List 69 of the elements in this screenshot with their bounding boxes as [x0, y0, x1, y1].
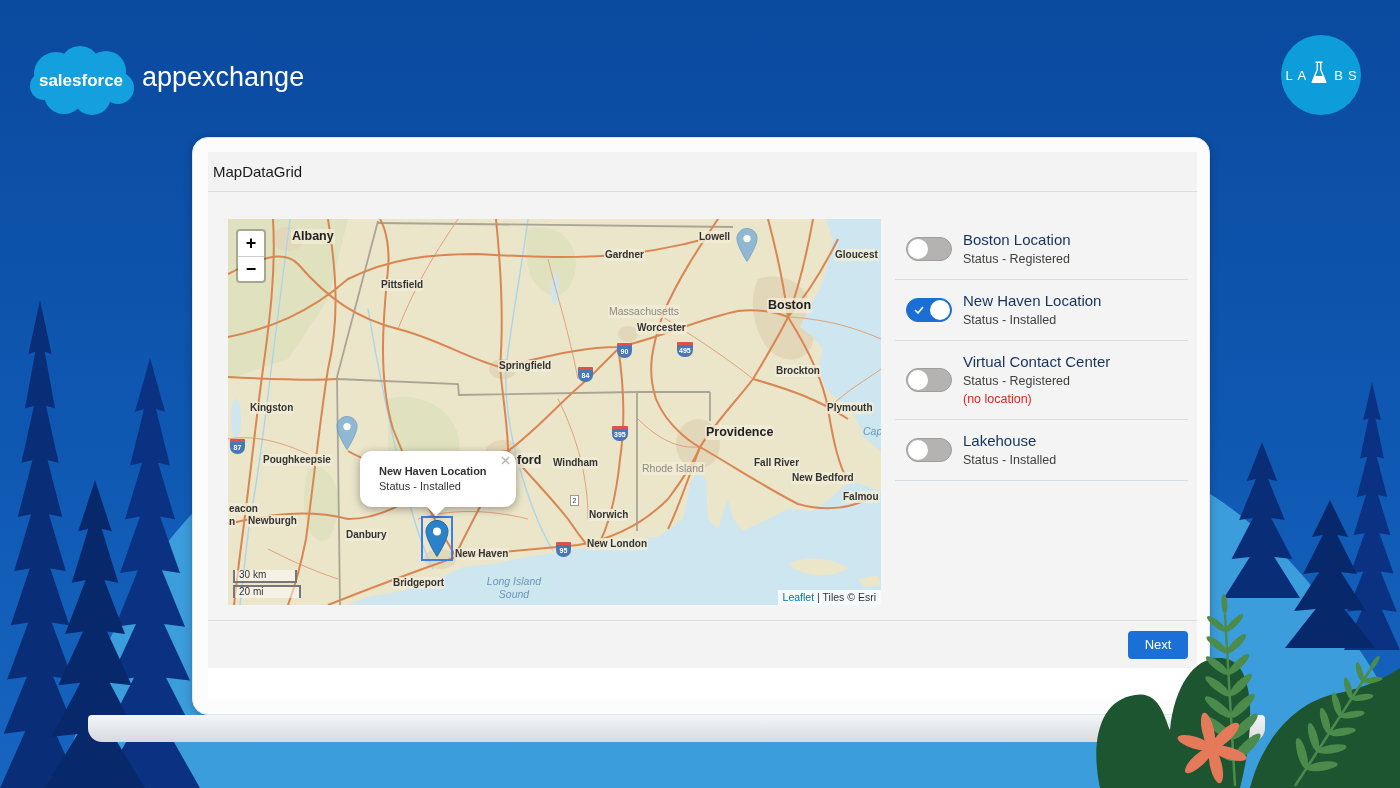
- map-label: Fall River: [753, 457, 801, 469]
- toggle-switch[interactable]: [906, 368, 952, 392]
- map-label: eacon: [228, 503, 259, 515]
- flask-icon: [1311, 61, 1328, 84]
- map-label: Windham: [552, 457, 599, 469]
- map-label: Norwich: [588, 509, 630, 521]
- location-status: Status - Installed: [963, 312, 1058, 329]
- forest-area: [526, 227, 576, 296]
- map-label: Providence: [705, 425, 775, 440]
- map-label: Kingston: [249, 402, 295, 414]
- urban-area: [618, 326, 638, 342]
- map-label: Rhode Island: [641, 462, 705, 475]
- zoom-in-button[interactable]: +: [238, 231, 264, 256]
- map-label: Worcester: [636, 322, 687, 334]
- map-label: Boston: [767, 298, 813, 313]
- location-name: New Haven Location: [963, 291, 1102, 311]
- map-label: Gardner: [604, 249, 645, 261]
- map-label: Springfield: [498, 360, 553, 372]
- map-label: New London: [586, 538, 648, 550]
- location-status: Status - Installed: [963, 452, 1057, 469]
- close-icon[interactable]: [501, 456, 510, 465]
- popup-text: Status - Installed: [379, 479, 462, 494]
- popup-title: New Haven Location: [379, 464, 488, 479]
- map-label: Plymouth: [826, 402, 874, 414]
- toggle-switch[interactable]: [906, 298, 952, 322]
- scale-bar: 30 km: [233, 570, 297, 583]
- app-title: MapDataGrid: [213, 163, 303, 180]
- map-label: Pittsfield: [380, 279, 425, 291]
- lake-drawing: [551, 273, 559, 305]
- location-name: Boston Location: [963, 230, 1071, 250]
- toggle-switch[interactable]: [906, 237, 952, 261]
- lake-drawing: [231, 399, 241, 439]
- location-name: Virtual Contact Center: [963, 352, 1111, 372]
- island-drawing: [858, 575, 881, 587]
- flower-drawing: [1177, 712, 1247, 784]
- map-label: New Haven: [454, 548, 510, 560]
- map-label: n: [228, 516, 237, 528]
- logo-text: salesforce: [37, 71, 125, 91]
- attribution-text: | Tiles © Esri: [817, 591, 876, 604]
- next-button[interactable]: Next: [1128, 630, 1188, 659]
- toggle-switch[interactable]: [906, 438, 952, 462]
- map-label: Bridgeport: [392, 577, 446, 589]
- location-name: Lakehouse: [963, 431, 1038, 451]
- map-label: Gloucest: [834, 249, 879, 261]
- product-name: appexchange: [142, 61, 305, 93]
- logo-text: LA: [1285, 67, 1312, 83]
- map-label: Massachusetts: [608, 305, 681, 318]
- logo-text: BS: [1334, 67, 1362, 83]
- map-label: Poughkeepsie: [262, 454, 332, 466]
- map-label: Brockton: [775, 365, 821, 377]
- map-label: Danbury: [345, 529, 388, 541]
- island-drawing: [788, 558, 848, 576]
- location-status: Status - Registered: [963, 373, 1071, 390]
- map-label: Albany: [291, 229, 335, 244]
- scale-bar: 20 mi: [233, 585, 301, 598]
- map-pin-icon[interactable]: [421, 516, 453, 561]
- location-status: Status - Registered: [963, 251, 1071, 268]
- map-label: Newburgh: [247, 515, 298, 527]
- map-pin-icon[interactable]: [336, 415, 358, 451]
- map-label: Falmou: [842, 491, 880, 503]
- leaflet-link[interactable]: Leaflet: [782, 591, 815, 604]
- location-note: (no location): [963, 391, 1033, 408]
- cloud-icon: [28, 44, 134, 116]
- map-label: Lowell: [698, 231, 732, 243]
- map-pin-icon[interactable]: [736, 227, 758, 263]
- check-icon: [914, 306, 924, 314]
- map-label: ford: [516, 453, 543, 468]
- zoom-out-button[interactable]: −: [238, 256, 264, 281]
- map-label: New Bedford: [791, 472, 855, 484]
